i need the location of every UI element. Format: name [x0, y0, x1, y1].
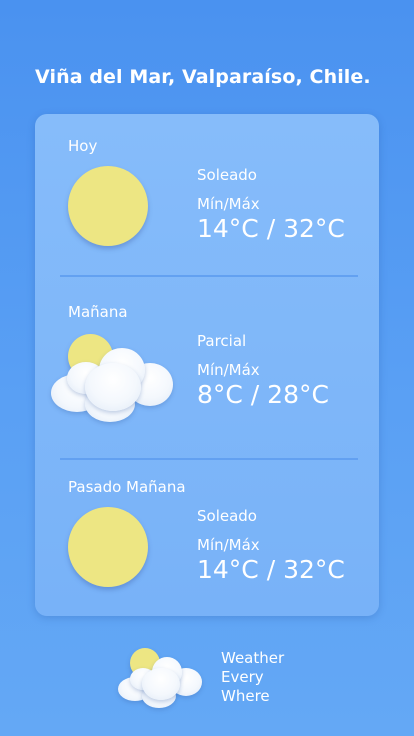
app-name: Weather Every Where [221, 649, 284, 706]
day-label: Pasado Mañana [68, 478, 186, 496]
temperature-range: 14°C / 32°C [197, 555, 345, 584]
day-label: Hoy [68, 137, 98, 155]
app-name-line: Weather [221, 649, 285, 667]
forecast-card: Hoy Soleado Mín/Máx 14°C / 32°C Mañana P… [35, 114, 379, 616]
temperature-range: 14°C / 32°C [197, 214, 345, 243]
divider [60, 275, 358, 277]
condition-text: Parcial [197, 332, 247, 350]
condition-text: Soleado [197, 507, 257, 525]
minmax-label: Mín/Máx [197, 536, 260, 554]
location-title: Viña del Mar, Valparaíso, Chile. [35, 66, 371, 88]
minmax-label: Mín/Máx [197, 195, 260, 213]
divider [60, 458, 358, 460]
sun-icon [68, 507, 148, 587]
condition-text: Soleado [197, 166, 257, 184]
temperature-range: 8°C / 28°C [197, 380, 329, 409]
minmax-label: Mín/Máx [197, 361, 260, 379]
sun-icon [68, 166, 148, 246]
app-name-line: Every [221, 668, 264, 686]
day-label: Mañana [68, 303, 128, 321]
app-name-line: Where [221, 687, 270, 705]
